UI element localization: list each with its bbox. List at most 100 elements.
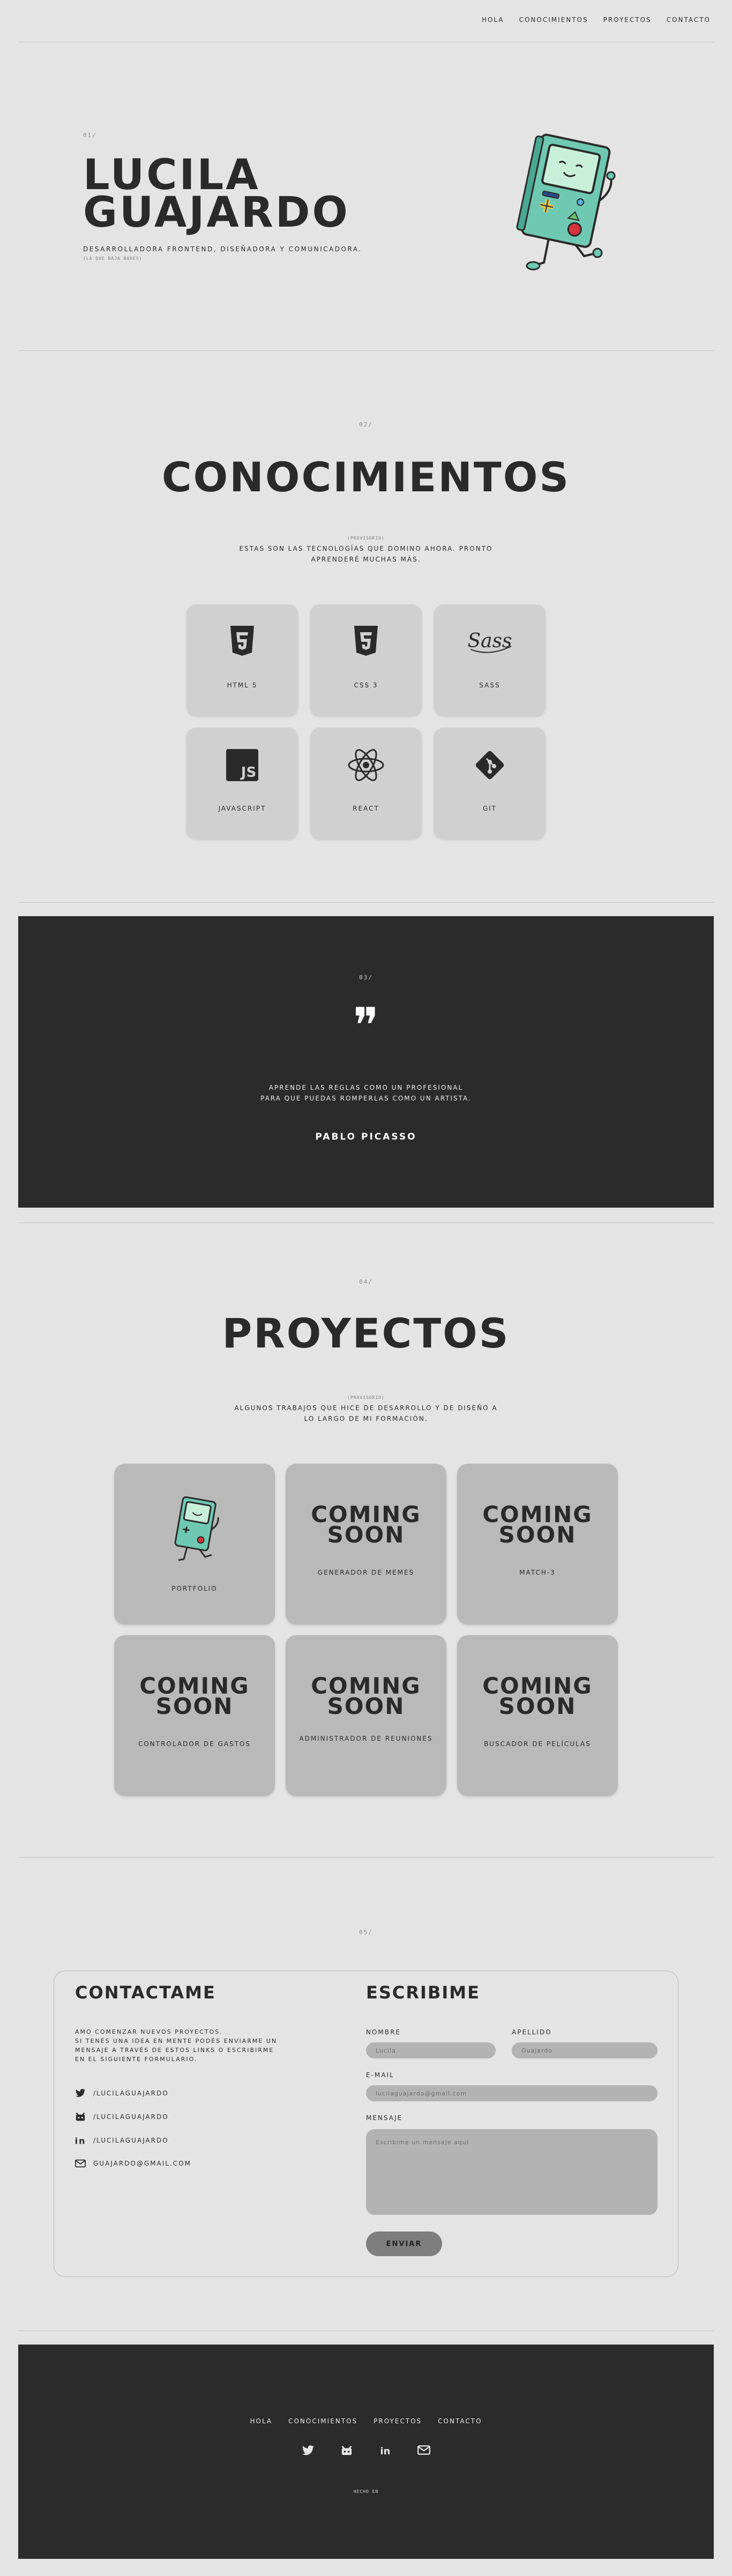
hero-subtitle: DESARROLLADORA FRONTEND, DISEÑADORA Y CO… — [83, 245, 362, 253]
social-text: /LUCILAGUAJARDO — [93, 2090, 169, 2097]
github-icon[interactable] — [340, 2445, 353, 2456]
project-card-controlador-de-gastos[interactable]: COMING SOON CONTROLADOR DE GASTOS — [114, 1635, 275, 1796]
footer-link-hola[interactable]: HOLA — [250, 2417, 272, 2425]
skill-label: HTML 5 — [227, 682, 258, 689]
email-label: E-MAIL — [366, 2071, 394, 2079]
section-number: 05/ — [359, 1929, 373, 1936]
git-icon — [475, 751, 504, 780]
project-card-match-3[interactable]: COMING SOON MATCH-3 — [457, 1464, 618, 1624]
nombre-label: NOMBRE — [366, 2028, 401, 2036]
contact-intro-line: AMO COMENZAR NUEVOS PROYECTOS. — [75, 2028, 223, 2035]
coming-soon-line: SOON — [155, 1693, 234, 1719]
project-card-portfolio[interactable]: PORTFOLIO — [114, 1464, 275, 1624]
project-card-generador-de-memes[interactable]: COMING SOON GENERADOR DE MEMES — [286, 1464, 446, 1624]
nav-link-contacto[interactable]: CONTACTO — [667, 16, 711, 24]
react-icon — [348, 749, 384, 781]
nombre-field[interactable] — [366, 2042, 496, 2058]
linkedin-icon: in — [75, 2136, 86, 2145]
quote-mark-icon: ❞ — [353, 998, 379, 1054]
projects-description-line: ALGUNOS TRABAJOS QUE HICE DE DESARROLLO … — [234, 1404, 498, 1412]
divider — [18, 902, 714, 903]
contact-title: CONTACTAME — [75, 1982, 216, 2003]
coming-soon-line: SOON — [498, 1522, 577, 1548]
skills-description: ESTAS SON LAS TECNOLOGÍAS QUE DOMINO AHO… — [0, 543, 732, 565]
apellido-label: APELLIDO — [512, 2028, 552, 2036]
projects-title: PROYECTOS — [222, 1309, 510, 1357]
mensaje-label: MENSAJE — [366, 2114, 403, 2122]
skill-card-git: GIT — [434, 728, 546, 839]
social-link-twitter[interactable]: /LUCILAGUAJARDO — [75, 2088, 169, 2098]
social-text: /LUCILAGUAJARDO — [93, 2137, 169, 2144]
divider — [18, 350, 714, 351]
contact-intro-line: SI TENÉS UNA IDEA EN MENTE PODÉS ENVIARM… — [75, 2038, 278, 2045]
projects-description: ALGUNOS TRABAJOS QUE HICE DE DESARROLLO … — [0, 1403, 732, 1424]
nav-link-proyectos[interactable]: PROYECTOS — [603, 16, 652, 24]
social-link-linkedin[interactable]: in /LUCILAGUAJARDO — [75, 2136, 169, 2145]
divider — [18, 1857, 714, 1858]
coming-soon-text: COMING SOON — [286, 1675, 446, 1718]
skills-tiny-note: (PROVISORIO) — [347, 536, 385, 541]
footer-link-proyectos[interactable]: PROYECTOS — [374, 2417, 422, 2425]
github-icon — [76, 2112, 85, 2121]
email-field[interactable] — [366, 2085, 658, 2101]
skill-label: REACT — [353, 805, 379, 812]
javascript-icon: JS — [226, 749, 258, 781]
svg-text:in: in — [75, 2136, 86, 2145]
hero-name: LUCILA GUAJARDO — [83, 154, 350, 237]
html5-icon — [230, 626, 254, 656]
footer-social-icons: in — [18, 2445, 714, 2456]
projects-description-line: LO LARGO DE MI FORMACIÓN. — [304, 1415, 428, 1422]
mail-icon — [75, 2159, 86, 2168]
section-number: 03/ — [359, 974, 373, 981]
nav-link-conocimientos[interactable]: CONOCIMIENTOS — [519, 16, 588, 24]
message-field[interactable] — [366, 2129, 658, 2215]
hero-name-line2: GUAJARDO — [83, 189, 350, 237]
contact-section — [54, 1971, 678, 2277]
skills-title: CONOCIMIENTOS — [161, 453, 571, 501]
coming-soon-line: SOON — [498, 1693, 577, 1719]
form-title: ESCRIBIME — [366, 1982, 480, 2003]
social-link-email[interactable]: GUAJARDO@GMAIL.COM — [75, 2159, 191, 2168]
project-card-administrador-de-reuniones[interactable]: COMING SOON ADMINISTRADOR DE REUNIONES — [286, 1635, 446, 1796]
contact-intro-line: EN EL SIGUIENTE FORMULARIO. — [75, 2056, 198, 2063]
footer-link-conocimientos[interactable]: CONOCIMIENTOS — [288, 2417, 357, 2425]
skill-label: JAVASCRIPT — [218, 805, 266, 812]
footer: HOLA CONOCIMIENTOS PROYECTOS CONTACTO in… — [18, 2345, 714, 2559]
project-label: PORTFOLIO — [171, 1585, 218, 1592]
social-text: GUAJARDO@GMAIL.COM — [93, 2160, 191, 2167]
css3-icon — [354, 626, 378, 656]
linkedin-icon[interactable]: in — [379, 2445, 392, 2456]
project-label: BUSCADOR DE PELÍCULAS — [484, 1740, 591, 1748]
twitter-icon — [75, 2088, 86, 2097]
project-card-buscador-de-peliculas[interactable]: COMING SOON BUSCADOR DE PELÍCULAS — [457, 1635, 618, 1796]
skills-description-line: APRENDERÉ MUCHAS MÁS. — [311, 556, 421, 563]
coming-soon-line: SOON — [327, 1522, 405, 1548]
apellido-field[interactable] — [512, 2042, 658, 2058]
skill-card-javascript: JS JAVASCRIPT — [186, 728, 298, 839]
section-number: 04/ — [359, 1278, 373, 1285]
skill-card-html5: HTML 5 — [186, 604, 298, 716]
mail-icon[interactable] — [417, 2445, 430, 2455]
sass-icon: Sass — [467, 630, 512, 653]
social-link-github[interactable]: /LUCILAGUAJARDO — [75, 2112, 169, 2122]
skill-label: SASS — [479, 682, 501, 689]
skill-card-react: REACT — [310, 728, 422, 839]
bmo-icon — [174, 1496, 219, 1561]
quote-text-line: APRENDE LAS REGLAS COMO UN PROFESIONAL — [268, 1084, 464, 1091]
quote-text-line: PARA QUE PUEDAS ROMPERLAS COMO UN ARTIST… — [260, 1095, 472, 1102]
svg-text:JS: JS — [240, 765, 256, 781]
contact-intro-line: MENSAJE A TRAVÉS DE ESTOS LINKS O ESCRIB… — [75, 2047, 274, 2054]
top-nav: HOLA CONOCIMIENTOS PROYECTOS CONTACTO — [482, 16, 711, 24]
twitter-icon[interactable] — [302, 2445, 315, 2456]
skill-card-css3: CSS 3 — [310, 604, 422, 716]
project-label: ADMINISTRADOR DE REUNIONES — [299, 1735, 433, 1742]
social-text: /LUCILAGUAJARDO — [93, 2113, 169, 2121]
quote-text: APRENDE LAS REGLAS COMO UN PROFESIONAL P… — [18, 1082, 714, 1104]
footer-link-contacto[interactable]: CONTACTO — [438, 2417, 482, 2425]
footer-nav: HOLA CONOCIMIENTOS PROYECTOS CONTACTO — [18, 2417, 714, 2425]
section-number: 01/ — [83, 132, 97, 139]
submit-button[interactable]: ENVIAR — [366, 2231, 442, 2256]
nav-link-hola[interactable]: HOLA — [482, 16, 504, 24]
skill-card-sass: Sass SASS — [434, 604, 546, 716]
section-number: 02/ — [359, 421, 373, 428]
